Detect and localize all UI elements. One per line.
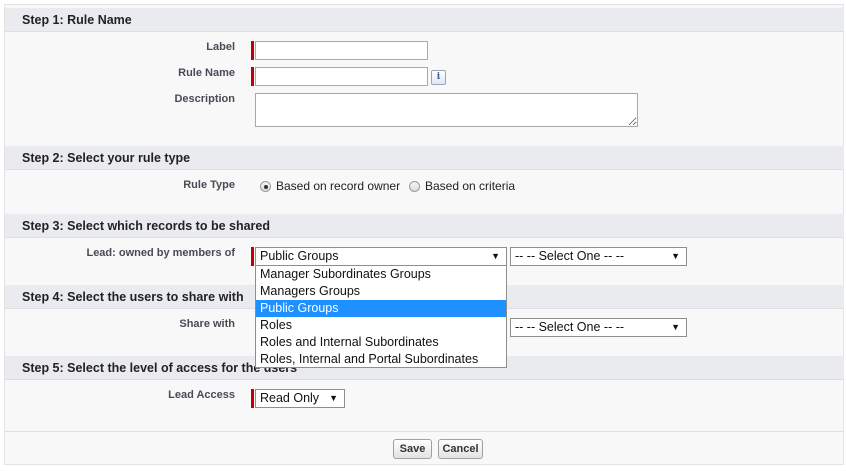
owned-by-type-dropdown-list: Manager Subordinates Groups Managers Gro… bbox=[255, 265, 507, 368]
rule-name-input[interactable] bbox=[255, 67, 428, 86]
dropdown-option[interactable]: Roles bbox=[256, 317, 506, 334]
required-indicator bbox=[251, 389, 254, 408]
share-with-field-label: Share with bbox=[179, 318, 235, 330]
required-indicator bbox=[251, 67, 254, 86]
share-with-group-select[interactable]: -- -- Select One -- -- ▼ bbox=[510, 318, 687, 337]
radio-based-on-owner-label: Based on record owner bbox=[276, 179, 401, 193]
lead-access-select[interactable]: Read Only ▼ bbox=[255, 389, 345, 408]
step3-header: Step 3: Select which records to be share… bbox=[5, 214, 844, 238]
description-textarea[interactable] bbox=[255, 93, 638, 127]
owned-by-group-select[interactable]: -- -- Select One -- -- ▼ bbox=[510, 247, 687, 266]
step2-header: Step 2: Select your rule type bbox=[5, 146, 844, 170]
share-with-group-value: -- -- Select One -- -- bbox=[515, 320, 625, 334]
rule-name-field-label: Rule Name bbox=[178, 67, 235, 79]
dropdown-option[interactable]: Managers Groups bbox=[256, 283, 506, 300]
description-field-label: Description bbox=[174, 93, 235, 105]
label-field-label: Label bbox=[206, 41, 235, 53]
dropdown-option-selected[interactable]: Public Groups bbox=[256, 300, 506, 317]
dropdown-option[interactable]: Roles, Internal and Portal Subordinates bbox=[256, 351, 506, 368]
step1-header: Step 1: Rule Name bbox=[5, 8, 844, 32]
owned-by-type-select[interactable]: Public Groups ▼ bbox=[255, 247, 507, 266]
dropdown-arrow-icon: ▼ bbox=[671, 251, 680, 261]
info-icon[interactable]: i bbox=[431, 70, 446, 85]
dropdown-arrow-icon: ▼ bbox=[491, 251, 500, 261]
owned-by-field-label: Lead: owned by members of bbox=[86, 247, 235, 259]
cancel-button[interactable]: Cancel bbox=[438, 439, 483, 459]
radio-based-on-criteria-label: Based on criteria bbox=[425, 179, 516, 193]
dropdown-arrow-icon: ▼ bbox=[329, 393, 338, 403]
required-indicator bbox=[251, 247, 254, 266]
radio-based-on-owner[interactable] bbox=[260, 181, 271, 192]
owned-by-group-value: -- -- Select One -- -- bbox=[515, 249, 625, 263]
dropdown-option[interactable]: Manager Subordinates Groups bbox=[256, 266, 506, 283]
footer-divider bbox=[5, 431, 844, 432]
rule-type-field-label: Rule Type bbox=[183, 179, 235, 191]
radio-based-on-criteria[interactable] bbox=[409, 181, 420, 192]
required-indicator bbox=[251, 41, 254, 60]
dropdown-arrow-icon: ▼ bbox=[671, 322, 680, 332]
dropdown-option[interactable]: Roles and Internal Subordinates bbox=[256, 334, 506, 351]
lead-access-value: Read Only bbox=[260, 391, 320, 405]
label-input[interactable] bbox=[255, 41, 428, 60]
save-button[interactable]: Save bbox=[393, 439, 432, 459]
owned-by-type-value: Public Groups bbox=[260, 249, 339, 263]
lead-access-field-label: Lead Access bbox=[168, 389, 235, 401]
